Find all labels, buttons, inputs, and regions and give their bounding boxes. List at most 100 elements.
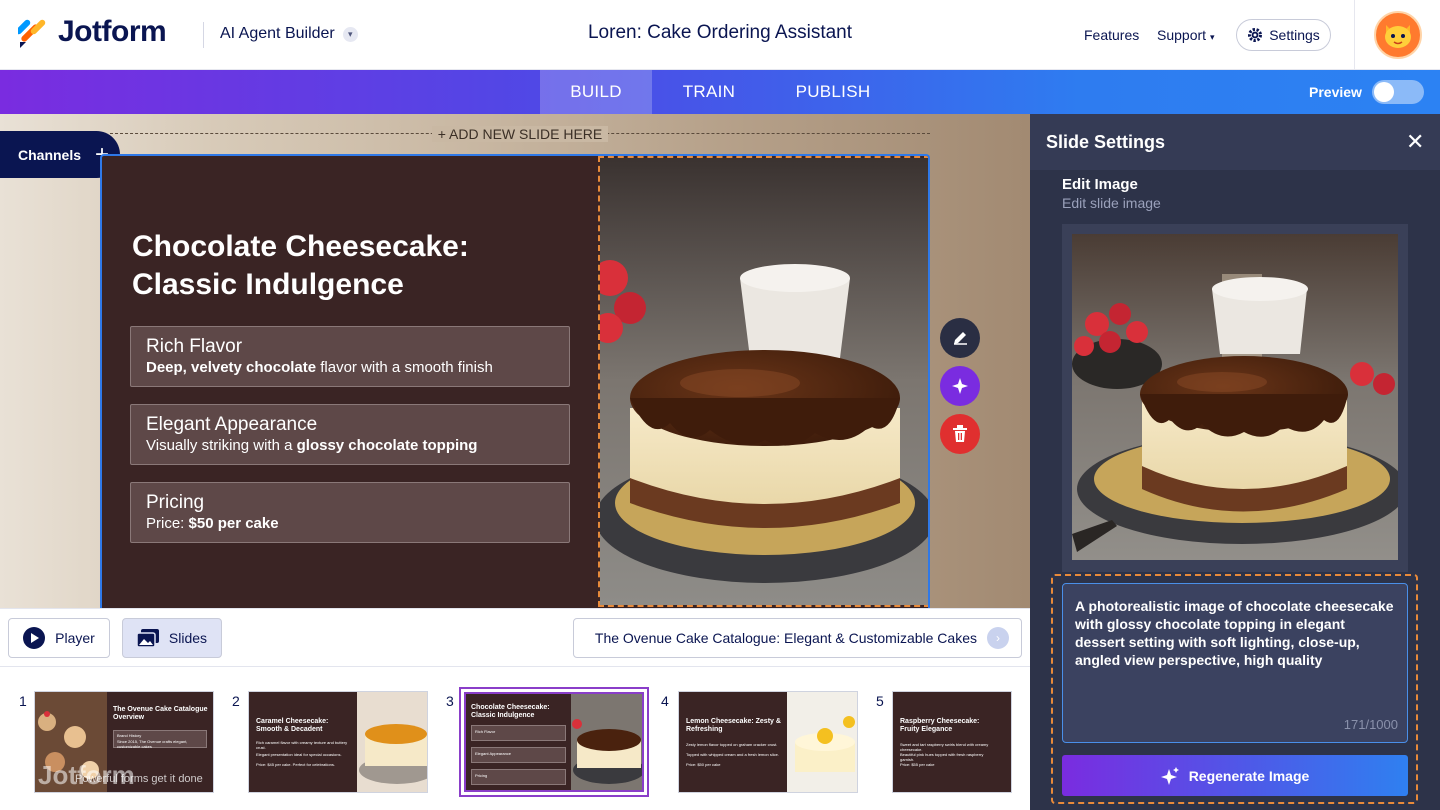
account-menu[interactable] xyxy=(1354,0,1440,70)
player-label: Player xyxy=(55,630,95,646)
edit-slide-button[interactable] xyxy=(940,318,980,358)
feature-card[interactable]: Elegant Appearance Visually striking wit… xyxy=(130,404,570,465)
slides-label: Slides xyxy=(168,630,208,646)
sparkle-icon xyxy=(1160,766,1179,785)
watermark-tagline: Powerful forms get it done xyxy=(75,773,203,785)
tab-train[interactable]: TRAIN xyxy=(652,70,766,114)
card-desc-bold: glossy chocolate topping xyxy=(296,437,478,454)
catalogue-selector[interactable]: The Ovenue Cake Catalogue: Elegant & Cus… xyxy=(573,618,1022,658)
gear-icon xyxy=(1248,28,1263,42)
slide-thumbnails: 1 The Ovenue Cake Catalogue Overview Bra… xyxy=(0,666,1030,810)
settings-label: Settings xyxy=(1269,27,1320,43)
card-description: Visually striking with a glossy chocolat… xyxy=(146,436,554,455)
panel-title: Slide Settings xyxy=(1046,131,1166,152)
thumbnail-line: Pricing xyxy=(475,773,488,778)
thumbnail-number: 4 xyxy=(661,693,669,709)
thumbnail-line: Price: $50 per cake xyxy=(686,762,721,767)
thumbnail-number: 5 xyxy=(876,693,884,709)
catalogue-label: The Ovenue Cake Catalogue: Elegant & Cus… xyxy=(594,630,977,646)
logo-text: Jotform xyxy=(58,15,167,48)
thumbnail-title: The Ovenue Cake Catalogue Overview xyxy=(113,706,208,721)
slides-button[interactable]: Slides xyxy=(122,618,222,658)
slide-image[interactable] xyxy=(598,156,928,607)
nav-features-link[interactable]: Features xyxy=(1084,27,1139,43)
feature-card[interactable]: Rich Flavor Deep, velvety chocolate flav… xyxy=(130,326,570,387)
mode-tab-bar: BUILD TRAIN PUBLISH Preview xyxy=(0,70,1440,114)
thumbnail-line: Rich caramel flavor with creamy texture … xyxy=(256,740,348,750)
thumbnail-line: Zesty lemon flavor topped on graham crac… xyxy=(686,742,778,747)
jotform-logo[interactable]: Jotform xyxy=(18,15,167,49)
image-gallery-icon xyxy=(136,629,159,647)
thumbnail-card: Rich Flavor xyxy=(471,725,566,741)
thumbnail-line: Brand History xyxy=(117,733,142,738)
tab-build[interactable]: BUILD xyxy=(540,70,652,114)
panel-header: Slide Settings xyxy=(1030,114,1440,170)
play-icon xyxy=(23,627,46,649)
thumbnail-line: Topped with whipped cream and a fresh le… xyxy=(686,752,779,757)
add-slide-label: + ADD NEW SLIDE HERE xyxy=(431,126,609,142)
product-label: AI Agent Builder xyxy=(220,25,335,42)
slide-canvas: + ADD NEW SLIDE HERE Channels + Chocolat… xyxy=(0,114,1030,608)
header-divider xyxy=(203,22,204,48)
add-new-slide-button[interactable]: + ADD NEW SLIDE HERE xyxy=(110,124,930,144)
card-desc-rest: flavor with a smooth finish xyxy=(316,359,493,376)
agent-title: Loren: Cake Ordering Assistant xyxy=(587,22,853,43)
cheesecake-image xyxy=(1072,234,1398,560)
top-header: Jotform AI Agent Builder ▾ Loren: Cake O… xyxy=(0,0,1440,70)
preview-toggle[interactable] xyxy=(1372,80,1424,104)
slide-title[interactable]: Chocolate Cheesecake: Classic Indulgence xyxy=(132,228,552,304)
chevron-down-icon: ▾ xyxy=(1209,32,1215,42)
thumbnail-title: Caramel Cheesecake: Smooth & Decadent xyxy=(256,718,329,733)
thumbnail-line: Sweet and tart raspberry swirls blend wi… xyxy=(900,742,989,752)
chevron-down-icon: ▾ xyxy=(342,26,358,42)
avatar-mascot-icon xyxy=(1384,25,1411,48)
card-description: Deep, velvety chocolate flavor with a sm… xyxy=(146,358,554,377)
thumbnail-title: Raspberry Cheesecake: Fruity Elegance xyxy=(900,718,980,733)
pencil-icon xyxy=(954,332,967,345)
close-icon[interactable]: ✕ xyxy=(1406,131,1424,153)
thumbnail-image xyxy=(571,694,642,790)
slide-thumbnail[interactable]: Caramel Cheesecake: Smooth & Decadent Ri… xyxy=(248,691,428,793)
thumbnail-line: Since 2015, The Ovenue crafts elegant, c… xyxy=(117,739,188,749)
thumbnail-number: 1 xyxy=(19,693,27,709)
settings-button[interactable]: Settings xyxy=(1236,19,1331,51)
cheesecake-image xyxy=(600,158,928,605)
thumbnail-number: 2 xyxy=(232,693,240,709)
nav-support-label: Support xyxy=(1157,27,1207,43)
channels-label: Channels xyxy=(18,146,82,163)
player-button[interactable]: Player xyxy=(8,618,110,658)
slide-thumbnail[interactable]: Lemon Cheesecake: Zesty & Refreshing Zes… xyxy=(678,691,858,793)
preview-label: Preview xyxy=(1309,84,1362,100)
image-preview-frame xyxy=(1062,224,1408,572)
ai-magic-button[interactable] xyxy=(940,366,980,406)
thumbnail-image xyxy=(787,692,857,792)
thumbnail-title: Lemon Cheesecake: Zesty & Refreshing xyxy=(686,718,781,733)
delete-slide-button[interactable] xyxy=(940,414,980,454)
trash-icon xyxy=(953,425,967,442)
sparkle-icon xyxy=(952,378,968,394)
jotform-logo-icon xyxy=(18,19,46,48)
slides-toolbar: Player Slides The Ovenue Cake Catalogue:… xyxy=(0,608,1030,666)
nav-support-link[interactable]: Support ▾ xyxy=(1157,27,1214,43)
card-desc-bold: $50 per cake xyxy=(188,515,279,532)
thumbnail-line: Price: $45 per cake. Perfect for celebra… xyxy=(256,762,335,767)
slide-preview[interactable]: Chocolate Cheesecake: Classic Indulgence… xyxy=(100,154,930,608)
card-desc-pre: Price: xyxy=(146,515,189,532)
edit-image-heading: Edit Image xyxy=(1062,176,1138,193)
card-title: Elegant Appearance xyxy=(146,414,318,435)
thumbnail-line: Elegant presentation ideal for special o… xyxy=(256,752,342,757)
tab-publish[interactable]: PUBLISH xyxy=(766,70,900,114)
product-switcher[interactable]: AI Agent Builder ▾ xyxy=(220,25,358,43)
card-desc-pre: Visually striking with a xyxy=(146,437,297,454)
image-prompt-section: A photorealistic image of chocolate chee… xyxy=(1051,574,1418,804)
slide-thumbnail-selected[interactable]: Chocolate Cheesecake: Classic Indulgence… xyxy=(461,689,647,795)
thumbnail-card: Brand History Since 2015, The Ovenue cra… xyxy=(113,730,207,749)
thumbnail-line: Rich Flavor xyxy=(475,729,496,734)
toggle-knob xyxy=(1374,82,1394,102)
regenerate-image-button[interactable]: Regenerate Image xyxy=(1062,755,1408,796)
image-preview[interactable] xyxy=(1072,234,1398,560)
thumbnail-number: 3 xyxy=(446,693,454,709)
slide-thumbnail[interactable]: Raspberry Cheesecake: Fruity Elegance Sw… xyxy=(892,691,1012,793)
feature-card[interactable]: Pricing Price: $50 per cake xyxy=(130,482,570,543)
card-title: Pricing xyxy=(146,492,205,513)
